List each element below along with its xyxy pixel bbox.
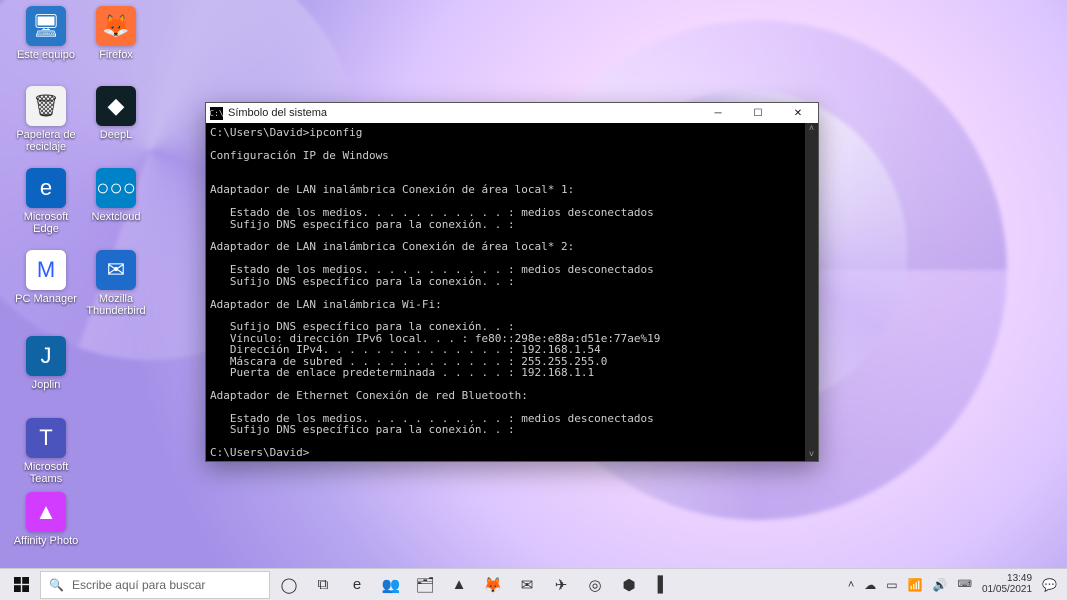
start-button[interactable] — [4, 571, 38, 599]
desktop-icon-nextcloud[interactable]: ○○○ Nextcloud — [82, 168, 150, 223]
desktop-icon-label: Papelera dereciclaje — [12, 129, 80, 153]
taskbar-affinity[interactable]: ▲ — [442, 571, 476, 599]
taskbar-browser2[interactable]: ◎ — [578, 571, 612, 599]
taskbar-app-hex[interactable]: ⬢ — [612, 571, 646, 599]
desktop-icon-label: Este equipo — [12, 49, 80, 61]
taskbar-telegram[interactable]: ✈ — [544, 571, 578, 599]
clock-date: 01/05/2021 — [982, 585, 1032, 596]
firefox-icon: 🦊 — [484, 576, 503, 594]
taskbar-firefox[interactable]: 🦊 — [476, 571, 510, 599]
language-icon[interactable]: ⌨ — [958, 579, 972, 590]
system-tray: ˄ ☁ ▭ 📶 🔊 ⌨ 13:49 01/05/2021 💬 — [848, 571, 1063, 599]
cmd-titlebar[interactable]: C:\ Símbolo del sistema ─ ☐ ✕ — [206, 103, 818, 123]
task-view-icon: ⧉ — [318, 576, 329, 593]
desktop-icon-label: Nextcloud — [82, 211, 150, 223]
cmd-window: C:\ Símbolo del sistema ─ ☐ ✕ C:\Users\D… — [205, 102, 819, 462]
este-equipo-icon: 🖥 — [26, 6, 66, 46]
taskbar-file-explorer[interactable]: 🗂 — [408, 571, 442, 599]
minimize-button[interactable]: ─ — [698, 103, 738, 123]
thunderbird-icon: ✉ — [96, 250, 136, 290]
wifi-icon[interactable]: 📶 — [908, 578, 923, 592]
joplin-icon: J — [26, 336, 66, 376]
papelera-icon: 🗑 — [26, 86, 66, 126]
volume-icon[interactable]: 🔊 — [933, 578, 948, 592]
desktop-icon-joplin[interactable]: J Joplin — [12, 336, 80, 391]
windows-icon — [14, 577, 29, 592]
desktop-icon-label: Firefox — [82, 49, 150, 61]
taskbar-edge[interactable]: e — [340, 571, 374, 599]
teams-icon: T — [26, 418, 66, 458]
onedrive-icon[interactable]: ☁ — [864, 578, 876, 592]
desktop-icon-affinity[interactable]: ▲ Affinity Photo — [12, 492, 80, 547]
desktop-icon-teams[interactable]: T Microsoft Teams — [12, 418, 80, 485]
taskbar-mail[interactable]: ✉ — [510, 571, 544, 599]
taskbar-cortana[interactable]: ◯ — [272, 571, 306, 599]
affinity-icon: ▲ — [452, 576, 467, 593]
clock-time: 13:49 — [982, 574, 1032, 585]
desktop-icon-label: Joplin — [12, 379, 80, 391]
desktop-icon-deepl[interactable]: ◆ DeepL — [82, 86, 150, 141]
mail-icon: ✉ — [521, 576, 534, 594]
cmd-output[interactable]: C:\Users\David>ipconfig Configuración IP… — [206, 123, 805, 461]
desktop-icon-label: PC Manager — [12, 293, 80, 305]
desktop-icon-label: DeepL — [82, 129, 150, 141]
teams-icon: 👥 — [382, 576, 401, 594]
pc-manager-icon: M — [26, 250, 66, 290]
cmd-title: Símbolo del sistema — [228, 107, 698, 119]
deepl-icon: ◆ — [96, 86, 136, 126]
maximize-button[interactable]: ☐ — [738, 103, 778, 123]
edge-icon: e — [26, 168, 66, 208]
desktop-icon-este-equipo[interactable]: 🖥 Este equipo — [12, 6, 80, 61]
browser2-icon: ◎ — [588, 576, 601, 594]
taskbar-cmd-running[interactable]: ▌ — [646, 571, 680, 599]
search-icon: 🔍 — [49, 578, 64, 592]
edge-icon: e — [353, 576, 361, 593]
notifications-icon[interactable]: 💬 — [1042, 578, 1057, 592]
telegram-icon: ✈ — [555, 576, 568, 594]
clock[interactable]: 13:49 01/05/2021 — [982, 574, 1032, 595]
desktop-icon-label: MozillaThunderbird — [82, 293, 150, 317]
scroll-down-icon[interactable]: ˅ — [805, 449, 818, 461]
nextcloud-icon: ○○○ — [96, 168, 136, 208]
desktop-icon-label: Microsoft Edge — [12, 211, 80, 235]
battery-icon[interactable]: ▭ — [886, 578, 897, 592]
close-button[interactable]: ✕ — [778, 103, 818, 123]
taskbar: 🔍 Escribe aquí para buscar ◯⧉e👥🗂▲🦊✉✈◎⬢▌ … — [0, 568, 1067, 600]
taskbar-teams[interactable]: 👥 — [374, 571, 408, 599]
file-explorer-icon: 🗂 — [415, 576, 434, 594]
affinity-icon: ▲ — [26, 492, 66, 532]
cmd-icon: C:\ — [210, 107, 223, 120]
taskbar-task-view[interactable]: ⧉ — [306, 571, 340, 599]
cmd-running-icon: ▌ — [658, 576, 669, 593]
desktop-icon-thunderbird[interactable]: ✉ MozillaThunderbird — [82, 250, 150, 317]
app-hex-icon: ⬢ — [622, 576, 635, 594]
desktop-icon-label: Microsoft Teams — [12, 461, 80, 485]
search-placeholder: Escribe aquí para buscar — [72, 578, 205, 592]
desktop-icon-firefox[interactable]: 🦊 Firefox — [82, 6, 150, 61]
firefox-icon: 🦊 — [96, 6, 136, 46]
cortana-icon: ◯ — [281, 576, 298, 594]
search-input[interactable]: 🔍 Escribe aquí para buscar — [40, 571, 270, 599]
tray-overflow-icon[interactable]: ˄ — [848, 571, 854, 599]
desktop-icon-label: Affinity Photo — [12, 535, 80, 547]
desktop-icon-papelera[interactable]: 🗑 Papelera dereciclaje — [12, 86, 80, 153]
scrollbar[interactable]: ˄ ˅ — [805, 123, 818, 461]
scroll-up-icon[interactable]: ˄ — [805, 123, 818, 135]
desktop-icon-pc-manager[interactable]: M PC Manager — [12, 250, 80, 305]
desktop-icon-edge[interactable]: e Microsoft Edge — [12, 168, 80, 235]
